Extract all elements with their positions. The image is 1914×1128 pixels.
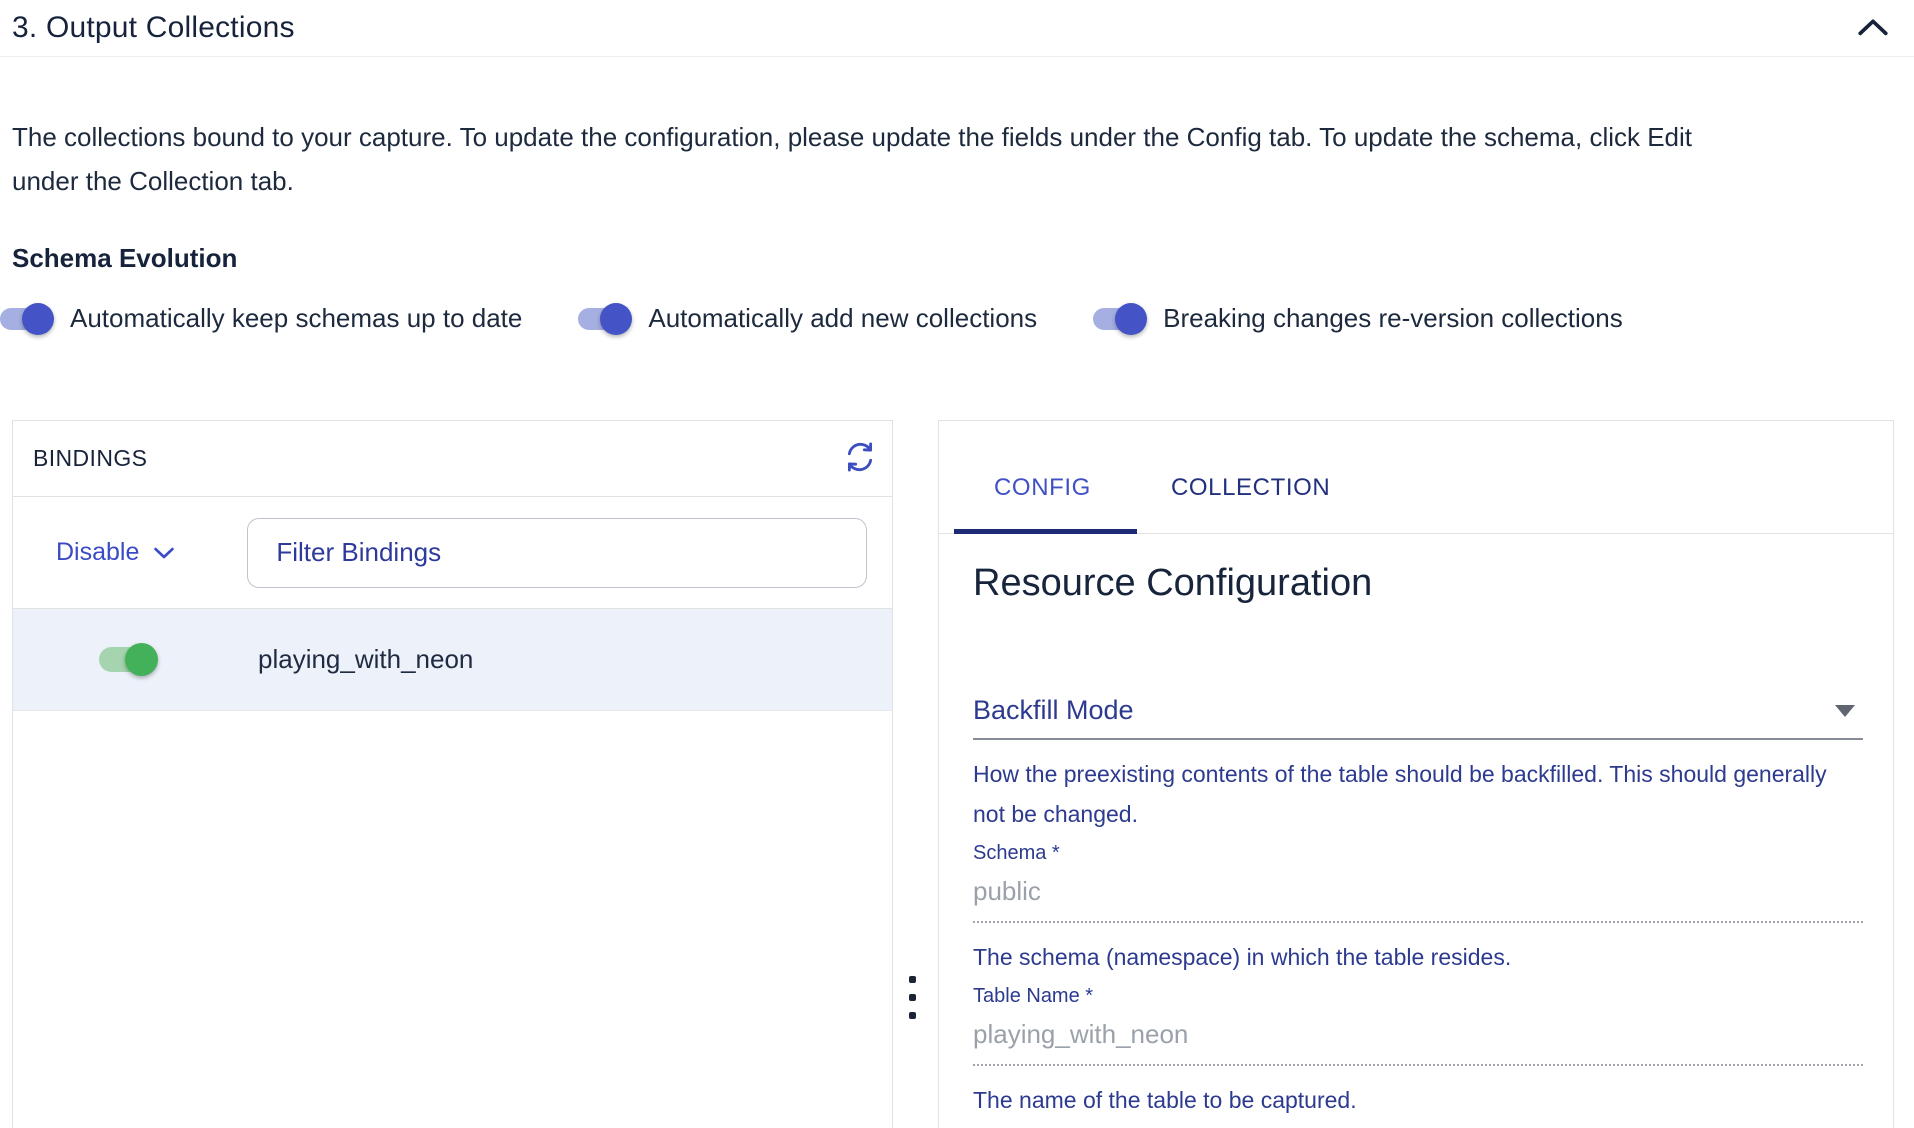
toggle-group-add-collections: Automatically add new collections (578, 303, 1037, 334)
binding-details-panel: CONFIG COLLECTION Resource Configuration… (938, 420, 1894, 1128)
schema-field-label: Schema * (973, 842, 1861, 865)
disable-dropdown-button[interactable]: Disable (56, 538, 175, 567)
section-header: 3. Output Collections (0, 0, 1914, 57)
bindings-title: BINDINGS (33, 445, 147, 472)
toggle-group-breaking-changes: Breaking changes re-version collections (1093, 303, 1623, 334)
drag-dot (909, 976, 916, 983)
resource-configuration-heading: Resource Configuration (973, 562, 1861, 605)
collapse-section-button[interactable] (1856, 16, 1890, 41)
tab-config[interactable]: CONFIG (954, 443, 1131, 533)
toggle-group-keep-schemas: Automatically keep schemas up to date (0, 303, 522, 334)
table-name-field-description: The name of the table to be captured. (973, 1080, 1863, 1120)
chevron-down-icon (153, 538, 175, 567)
backfill-mode-description: How the preexisting contents of the tabl… (973, 754, 1863, 834)
config-tab-content: Resource Configuration Backfill Mode How… (939, 534, 1893, 1120)
toggle-thumb (125, 643, 158, 676)
toggle-thumb (1115, 303, 1147, 335)
panel-resize-handle[interactable] (905, 972, 920, 1023)
active-tab-indicator (954, 529, 1137, 534)
filter-bindings-input[interactable] (247, 518, 867, 588)
toggle-thumb (600, 303, 632, 335)
disable-button-label: Disable (56, 538, 139, 567)
backfill-mode-field: Backfill Mode How the preexisting conten… (973, 695, 1861, 834)
schema-field-description: The schema (namespace) in which the tabl… (973, 937, 1863, 977)
output-collections-section: 3. Output Collections The collections bo… (0, 0, 1914, 1128)
table-name-field: Table Name * playing_with_neon The name … (973, 985, 1861, 1120)
drag-dot (909, 994, 916, 1001)
schema-field: Schema * public The schema (namespace) i… (973, 842, 1861, 977)
backfill-mode-select[interactable]: Backfill Mode (973, 695, 1863, 726)
add-collections-toggle[interactable] (578, 308, 632, 330)
tab-collection[interactable]: COLLECTION (1131, 443, 1370, 533)
table-name-field-value: playing_with_neon (973, 1018, 1863, 1066)
binding-name: playing_with_neon (258, 644, 473, 675)
toggle-thumb (22, 303, 54, 335)
schema-evolution-heading: Schema Evolution (12, 243, 1914, 273)
binding-row[interactable]: playing_with_neon (13, 609, 892, 711)
section-title: 3. Output Collections (12, 11, 295, 45)
toggle-label: Automatically keep schemas up to date (70, 303, 522, 334)
bindings-panel: BINDINGS Disable (12, 420, 893, 1128)
table-name-field-label: Table Name * (973, 985, 1861, 1008)
toggle-label: Breaking changes re-version collections (1163, 303, 1623, 334)
select-underline (973, 738, 1863, 740)
details-tabs: CONFIG COLLECTION (939, 421, 1893, 534)
keep-schemas-toggle[interactable] (0, 308, 54, 330)
section-description: The collections bound to your capture. T… (12, 115, 1762, 203)
dropdown-arrow-icon (1835, 705, 1855, 717)
toggle-label: Automatically add new collections (648, 303, 1037, 334)
backfill-mode-label: Backfill Mode (973, 695, 1134, 726)
bindings-controls-row: Disable (13, 497, 892, 609)
bindings-panel-header: BINDINGS (13, 421, 892, 497)
binding-enabled-toggle[interactable] (99, 647, 158, 672)
breaking-changes-toggle[interactable] (1093, 308, 1147, 330)
drag-dot (909, 1012, 916, 1019)
refresh-icon (842, 439, 878, 478)
chevron-up-icon (1856, 16, 1890, 41)
schema-field-value: public (973, 875, 1863, 923)
schema-evolution-toggles: Automatically keep schemas up to date Au… (0, 303, 1914, 334)
refresh-bindings-button[interactable] (842, 439, 878, 478)
